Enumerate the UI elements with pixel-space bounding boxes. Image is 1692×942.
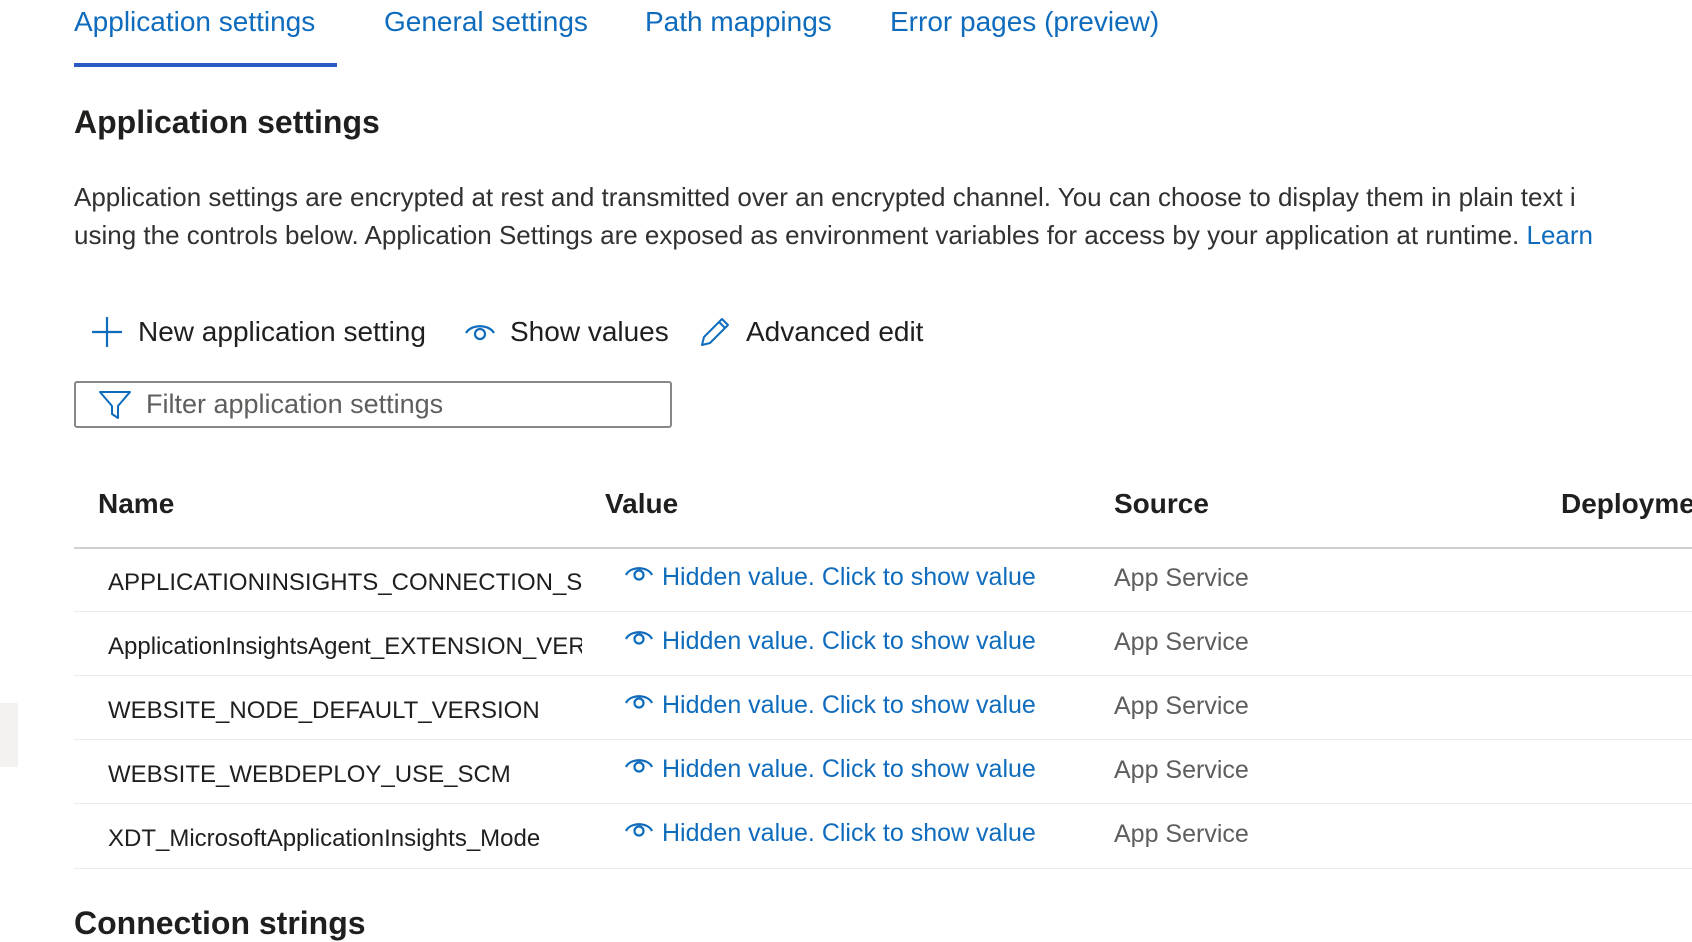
eye-icon <box>624 563 654 592</box>
eye-icon <box>624 819 654 848</box>
column-header-deployment[interactable]: Deployme <box>1561 488 1692 520</box>
filter-input[interactable] <box>146 389 626 420</box>
hidden-value-link[interactable]: Hidden value. Click to show value <box>624 755 1036 784</box>
row-source: App Service <box>1114 820 1249 848</box>
eye-icon <box>624 755 654 784</box>
row-divider <box>74 739 1692 740</box>
description-text: using the controls below. Application Se… <box>74 220 1520 250</box>
column-header-value[interactable]: Value <box>605 488 678 520</box>
header-divider <box>74 547 1692 549</box>
tab-application-settings[interactable]: Application settings <box>74 6 315 38</box>
advanced-edit-label: Advanced edit <box>746 316 924 347</box>
hidden-value-text: Hidden value. Click to show value <box>662 563 1036 591</box>
hidden-value-link[interactable]: Hidden value. Click to show value <box>624 627 1036 656</box>
eye-icon <box>624 691 654 720</box>
hidden-value-link[interactable]: Hidden value. Click to show value <box>624 563 1036 592</box>
row-source: App Service <box>1114 564 1249 592</box>
row-divider <box>74 803 1692 804</box>
row-divider <box>74 611 1692 612</box>
eye-icon <box>624 627 654 656</box>
new-application-setting-button[interactable]: New application setting <box>90 312 426 352</box>
row-source: App Service <box>1114 756 1249 784</box>
connection-strings-title: Connection strings <box>74 905 366 941</box>
tab-path-mappings[interactable]: Path mappings <box>645 6 832 38</box>
hidden-value-text: Hidden value. Click to show value <box>662 627 1036 655</box>
hidden-value-text: Hidden value. Click to show value <box>662 691 1036 719</box>
filter-box <box>74 381 672 428</box>
plus-icon <box>90 315 124 349</box>
new-application-setting-label: New application setting <box>138 316 426 347</box>
filter-icon <box>98 389 132 421</box>
table-row-name[interactable]: APPLICATIONINSIGHTS_CONNECTION_STRIN <box>108 569 582 597</box>
panel-edge-handle <box>0 703 18 767</box>
row-source: App Service <box>1114 692 1249 720</box>
row-divider <box>74 868 1692 869</box>
learn-more-link[interactable]: Learn <box>1526 220 1593 250</box>
column-header-name[interactable]: Name <box>98 488 174 520</box>
column-header-source[interactable]: Source <box>1114 488 1209 520</box>
tab-general-settings[interactable]: General settings <box>384 6 588 38</box>
show-values-label: Show values <box>510 316 669 347</box>
table-row-name[interactable]: WEBSITE_WEBDEPLOY_USE_SCM <box>108 761 582 789</box>
advanced-edit-button[interactable]: Advanced edit <box>698 312 923 352</box>
hidden-value-text: Hidden value. Click to show value <box>662 819 1036 847</box>
active-tab-indicator <box>74 63 337 67</box>
table-row-name[interactable]: XDT_MicrosoftApplicationInsights_Mode <box>108 825 582 853</box>
hidden-value-link[interactable]: Hidden value. Click to show value <box>624 691 1036 720</box>
table-row-name[interactable]: ApplicationInsightsAgent_EXTENSION_VERSI… <box>108 633 582 661</box>
hidden-value-link[interactable]: Hidden value. Click to show value <box>624 819 1036 848</box>
section-description-line-2: using the controls below. Application Se… <box>74 220 1593 251</box>
tab-error-pages[interactable]: Error pages (preview) <box>890 6 1159 38</box>
row-divider <box>74 675 1692 676</box>
pencil-icon <box>698 315 732 349</box>
show-values-button[interactable]: Show values <box>464 312 669 352</box>
table-row-name[interactable]: WEBSITE_NODE_DEFAULT_VERSION <box>108 697 582 725</box>
row-source: App Service <box>1114 628 1249 656</box>
section-description-line-1: Application settings are encrypted at re… <box>74 182 1576 212</box>
section-title: Application settings <box>74 104 380 140</box>
eye-icon <box>464 320 496 344</box>
hidden-value-text: Hidden value. Click to show value <box>662 755 1036 783</box>
